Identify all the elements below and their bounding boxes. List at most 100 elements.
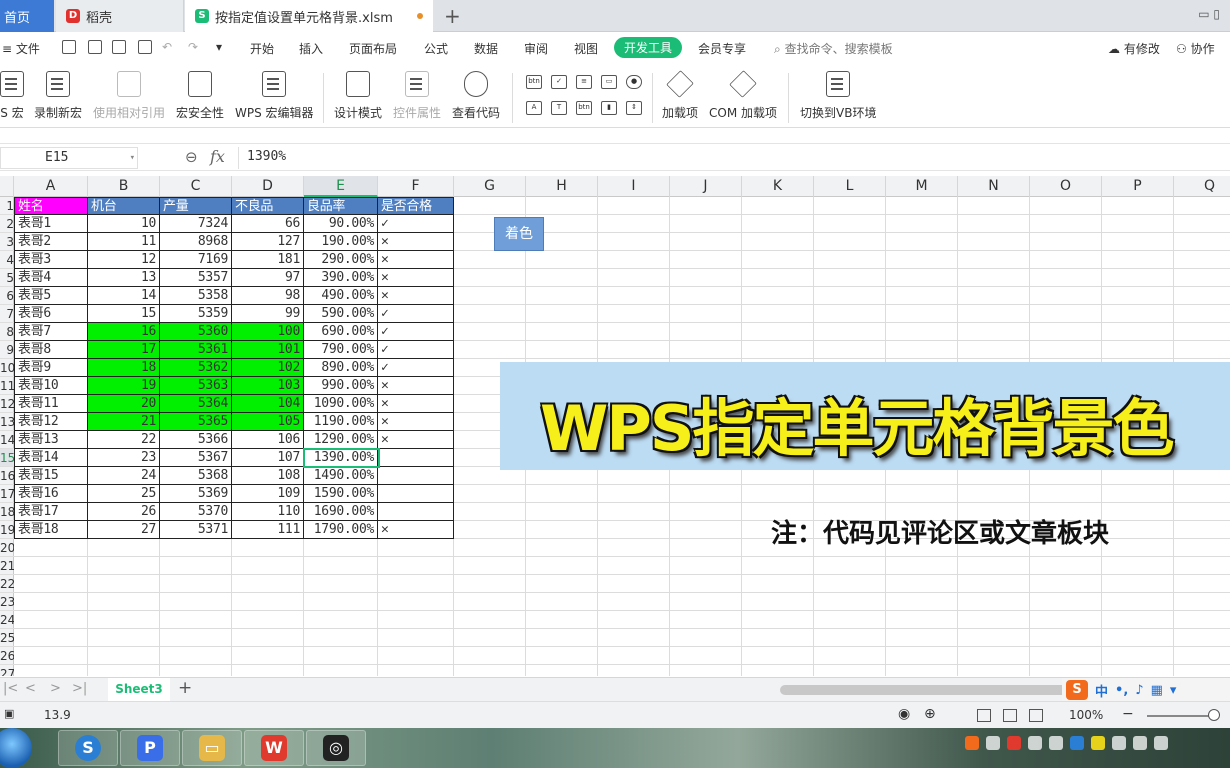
- form-button-control-icon[interactable]: btn: [526, 75, 542, 89]
- next-sheet-icon[interactable]: >: [50, 681, 61, 696]
- table-cell-name[interactable]: 表哥13: [14, 431, 88, 449]
- table-cell-machine[interactable]: 15: [88, 305, 160, 323]
- table-cell-machine[interactable]: 23: [88, 449, 160, 467]
- table-cell-output[interactable]: 5362: [160, 359, 232, 377]
- horizontal-scrollbar[interactable]: [780, 685, 1080, 695]
- column-header-m[interactable]: M: [886, 176, 958, 197]
- quick-access-dropdown-icon[interactable]: ▾: [216, 40, 222, 54]
- save-icon[interactable]: [62, 40, 76, 54]
- table-cell-output[interactable]: 7324: [160, 215, 232, 233]
- combobox-control-icon[interactable]: ≡: [576, 75, 592, 89]
- prev-sheet-icon[interactable]: <: [25, 681, 36, 696]
- table-cell-rate[interactable]: 1090.00%: [304, 395, 378, 413]
- network-tray-icon[interactable]: [986, 736, 1000, 750]
- menu-item-member[interactable]: 会员专享: [698, 40, 746, 57]
- table-cell-output[interactable]: 5361: [160, 341, 232, 359]
- table-cell-pass[interactable]: ✓: [378, 215, 454, 233]
- table-cell-defects[interactable]: 102: [232, 359, 304, 377]
- menu-item-data[interactable]: 数据: [474, 40, 498, 57]
- table-cell-output[interactable]: 5363: [160, 377, 232, 395]
- table-cell-name[interactable]: 表哥12: [14, 413, 88, 431]
- column-header-h[interactable]: H: [526, 176, 598, 197]
- table-cell-defects[interactable]: 111: [232, 521, 304, 539]
- eye-protection-icon[interactable]: ◉: [898, 706, 910, 722]
- table-cell-machine[interactable]: 27: [88, 521, 160, 539]
- table-cell-defects[interactable]: 106: [232, 431, 304, 449]
- browser-tray-icon[interactable]: [1070, 736, 1084, 750]
- worksheet-grid[interactable]: ABCDEFGHIJKLMNOPQ 1 2 3 4 5 6 7 8 9 10 11 12 13 14 15 1…: [0, 176, 1230, 676]
- table-header-1[interactable]: 机台: [88, 197, 160, 215]
- column-header-j[interactable]: J: [670, 176, 742, 197]
- table-cell-name[interactable]: 表哥16: [14, 485, 88, 503]
- row-header-20[interactable]: 20: [0, 539, 14, 557]
- scrollbar-control-icon[interactable]: ▮: [601, 101, 617, 115]
- table-cell-machine[interactable]: 11: [88, 233, 160, 251]
- switch-vb-button[interactable]: 切换到VB环境: [800, 71, 876, 121]
- ime-mode-label[interactable]: 中: [1095, 681, 1108, 700]
- table-cell-name[interactable]: 表哥10: [14, 377, 88, 395]
- column-header-n[interactable]: N: [958, 176, 1030, 197]
- last-sheet-icon[interactable]: >|: [72, 681, 87, 696]
- zoom-slider-knob[interactable]: [1208, 709, 1220, 721]
- flag-tray-icon[interactable]: [1112, 736, 1126, 750]
- zoom-formula-icon[interactable]: ⊖: [185, 148, 198, 166]
- table-cell-output[interactable]: 5359: [160, 305, 232, 323]
- modified-indicator[interactable]: ☁ 有修改: [1108, 40, 1160, 57]
- row-header-25[interactable]: 25: [0, 629, 14, 647]
- name-box-dropdown-icon[interactable]: ▾: [130, 148, 135, 168]
- table-cell-machine[interactable]: 25: [88, 485, 160, 503]
- control-properties-button[interactable]: 控件属性: [393, 71, 441, 121]
- table-cell-name[interactable]: 表哥9: [14, 359, 88, 377]
- table-cell-rate[interactable]: 890.00%: [304, 359, 378, 377]
- start-button[interactable]: [0, 728, 32, 768]
- table-cell-name[interactable]: 表哥5: [14, 287, 88, 305]
- menu-item-page-layout[interactable]: 页面布局: [349, 40, 397, 57]
- table-cell-machine[interactable]: 12: [88, 251, 160, 269]
- table-cell-rate[interactable]: 190.00%: [304, 233, 378, 251]
- table-cell-name[interactable]: 表哥18: [14, 521, 88, 539]
- label-control-icon[interactable]: A: [526, 101, 542, 115]
- table-cell-defects[interactable]: 127: [232, 233, 304, 251]
- table-cell-rate[interactable]: 790.00%: [304, 341, 378, 359]
- table-cell-rate[interactable]: 290.00%: [304, 251, 378, 269]
- table-cell-rate[interactable]: 1290.00%: [304, 431, 378, 449]
- table-cell-output[interactable]: 5357: [160, 269, 232, 287]
- table-header-5[interactable]: 是否合格: [378, 197, 454, 215]
- volume-tray-icon[interactable]: [1133, 736, 1147, 750]
- table-cell-defects[interactable]: 107: [232, 449, 304, 467]
- tab-home[interactable]: 首页: [0, 0, 54, 32]
- row-header-13[interactable]: 13: [0, 413, 14, 431]
- macro-record-icon[interactable]: ▣: [4, 707, 14, 720]
- table-cell-defects[interactable]: 97: [232, 269, 304, 287]
- table-cell-rate[interactable]: 1190.00%: [304, 413, 378, 431]
- table-cell-defects[interactable]: 110: [232, 503, 304, 521]
- table-cell-output[interactable]: 5367: [160, 449, 232, 467]
- row-header-27[interactable]: 27: [0, 665, 14, 676]
- table-cell-pass[interactable]: ✕: [378, 521, 454, 539]
- table-cell-pass[interactable]: ✕: [378, 251, 454, 269]
- table-cell-machine[interactable]: 24: [88, 467, 160, 485]
- input-mode-icon[interactable]: ⊕: [924, 706, 936, 722]
- wps-macro-editor-button[interactable]: WPS 宏编辑器: [235, 71, 314, 121]
- table-cell-pass[interactable]: ✕: [378, 269, 454, 287]
- column-header-b[interactable]: B: [88, 176, 160, 197]
- normal-view-icon[interactable]: [977, 709, 991, 722]
- table-cell-pass[interactable]: ✓: [378, 341, 454, 359]
- table-cell-output[interactable]: 5368: [160, 467, 232, 485]
- taskbar-browser[interactable]: S: [58, 730, 118, 766]
- row-header-8[interactable]: 8: [0, 323, 14, 341]
- table-cell-output[interactable]: 7169: [160, 251, 232, 269]
- table-cell-machine[interactable]: 14: [88, 287, 160, 305]
- column-header-q[interactable]: Q: [1174, 176, 1230, 197]
- table-cell-machine[interactable]: 10: [88, 215, 160, 233]
- table-cell-defects[interactable]: 108: [232, 467, 304, 485]
- table-cell-pass[interactable]: ✕: [378, 431, 454, 449]
- table-cell-name[interactable]: 表哥11: [14, 395, 88, 413]
- table-cell-pass[interactable]: ✕: [378, 287, 454, 305]
- tab-daoke[interactable]: D 稻壳: [56, 0, 184, 32]
- formula-input[interactable]: 1390%: [238, 147, 286, 169]
- table-cell-defects[interactable]: 181: [232, 251, 304, 269]
- checkbox-control-icon[interactable]: ✓: [551, 75, 567, 89]
- print-preview-icon[interactable]: [138, 40, 152, 54]
- menu-item-review[interactable]: 审阅: [524, 40, 548, 57]
